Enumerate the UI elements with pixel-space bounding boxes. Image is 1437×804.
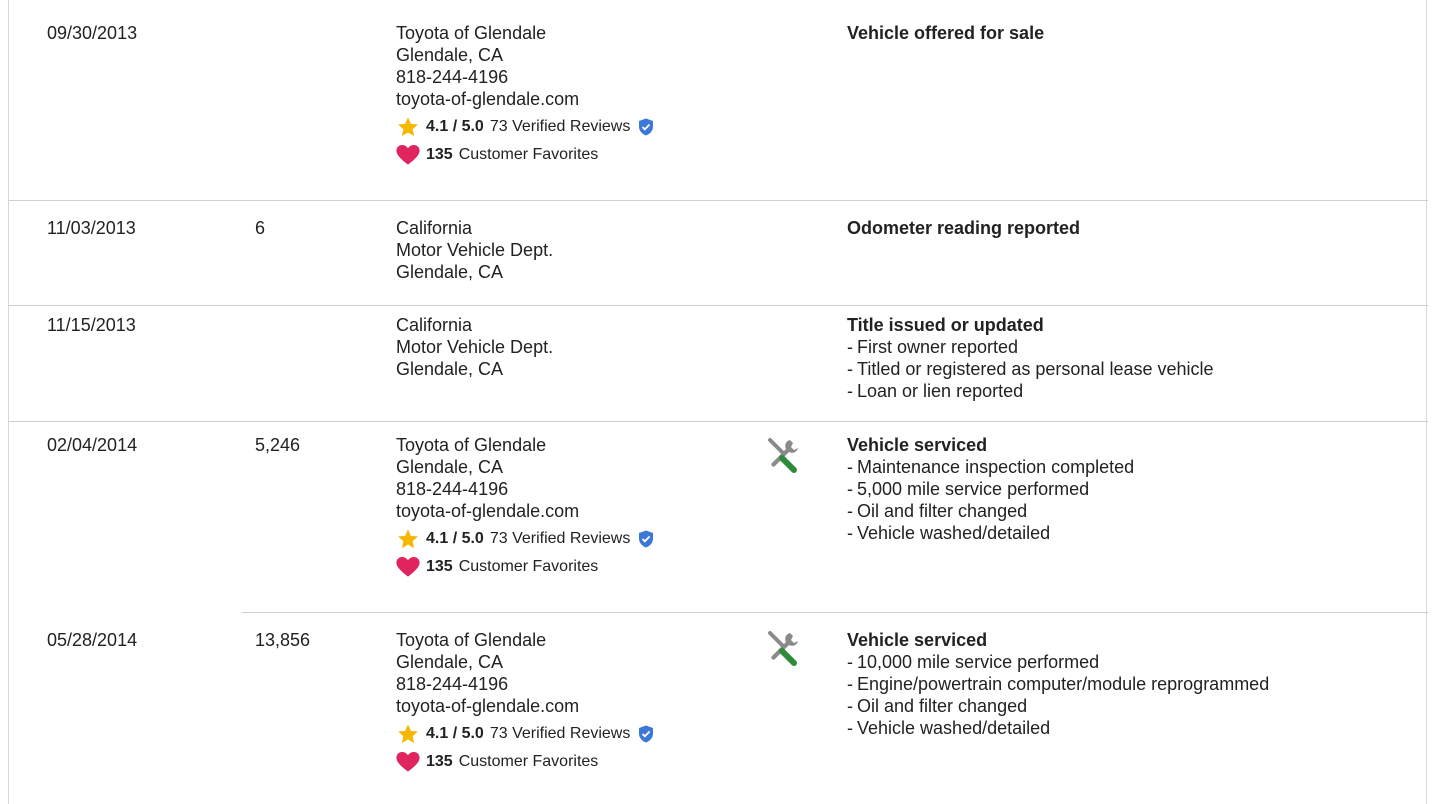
reviews-label: 73 Verified Reviews [489,725,631,742]
favorites-line[interactable]: 135 Customer Favorites [396,751,654,773]
comment-item: -10,000 mile service performed [847,652,1100,672]
source-location: Glendale, CA [396,262,504,282]
history-row: 11/15/2013 California Motor Vehicle Dept… [17,306,1436,421]
rating-line[interactable]: 4.1 / 5.0 73 Verified Reviews [396,116,654,138]
rating-value: 4.1 / 5.0 [426,118,484,135]
source-website-link[interactable]: toyota-of-glendale.com [396,695,654,717]
rating-value: 4.1 / 5.0 [426,725,484,742]
comments-cell: Vehicle serviced -10,000 mile service pe… [847,629,1269,739]
comment-item: - Titled or registered as personal lease … [847,359,1214,379]
source-cell: California Motor Vehicle Dept. Glendale,… [396,217,553,283]
favorites-count: 135 [426,146,453,163]
comment-item: - First owner reported [847,337,1019,357]
comment-title: Vehicle serviced [847,630,988,650]
heart-icon [396,752,420,772]
date-cell: 02/04/2014 [47,435,138,455]
verified-shield-icon [639,530,654,548]
source-name: California [396,315,473,335]
rating-line[interactable]: 4.1 / 5.0 73 Verified Reviews [396,723,654,745]
service-tools-icon [768,438,798,473]
favorites-line[interactable]: 135 Customer Favorites [396,144,654,166]
source-cell: California Motor Vehicle Dept. Glendale,… [396,314,553,380]
favorites-label: Customer Favorites [458,753,599,770]
source-phone[interactable]: 818-244-4196 [396,673,654,695]
comment-title: Vehicle serviced [847,435,988,455]
star-icon [398,724,418,744]
source-cell: Toyota of Glendale Glendale, CA 818-244-… [396,22,654,166]
mileage-cell: 6 [255,218,266,238]
source-dept: Motor Vehicle Dept. [396,337,554,357]
date-cell: 05/28/2014 [47,630,138,650]
history-row: 09/30/2013 Toyota of Glendale Glendale, … [17,0,1436,200]
mileage-cell: 5,246 [255,435,301,455]
history-table: 09/30/2013 Toyota of Glendale Glendale, … [8,0,1428,804]
comment-title: Odometer reading reported [847,218,1081,238]
source-name: Toyota of Glendale [396,435,547,455]
comment-item: - Vehicle washed/detailed [847,523,1051,543]
comment-item: -5,000 mile service performed [847,479,1090,499]
comment-item: - Maintenance inspection completed [847,457,1135,477]
source-name: California [396,218,473,238]
comments-cell: Title issued or updated - First owner rep… [847,314,1214,402]
history-row: 05/28/2014 13,856 Toyota of Glendale Gle… [17,613,1436,804]
source-phone[interactable]: 818-244-4196 [396,66,654,88]
comment-title: Title issued or updated [847,315,1044,335]
date-cell: 11/03/2013 [47,218,136,238]
star-icon [398,117,418,137]
source-website-link[interactable]: toyota-of-glendale.com [396,88,654,110]
reviews-label: 73 Verified Reviews [489,118,631,135]
comments-cell: Vehicle offered for sale [847,22,1044,44]
favorites-count: 135 [426,558,453,575]
comment-title: Vehicle offered for sale [847,23,1045,43]
source-location: Glendale, CA [396,652,504,672]
source-dept: Motor Vehicle Dept. [396,240,554,260]
star-icon [398,529,418,549]
history-row: 11/03/2013 6 California Motor Vehicle De… [17,201,1436,305]
heart-icon [396,557,420,577]
comment-item: - Oil and filter changed [847,696,1028,716]
comments-cell: Odometer reading reported [847,217,1080,239]
reviews-label: 73 Verified Reviews [489,530,631,547]
comment-item: - Oil and filter changed [847,501,1028,521]
comment-item: - Engine/powertrain computer/module repro… [847,674,1270,694]
source-location: Glendale, CA [396,359,504,379]
favorites-count: 135 [426,753,453,770]
source-cell: Toyota of Glendale Glendale, CA 818-244-… [396,629,654,773]
source-cell: Toyota of Glendale Glendale, CA 818-244-… [396,434,654,578]
comments-cell: Vehicle serviced - Maintenance inspection… [847,434,1134,544]
comment-item: - Loan or lien reported [847,381,1024,401]
source-phone[interactable]: 818-244-4196 [396,478,654,500]
source-location: Glendale, CA [396,457,504,477]
rating-line[interactable]: 4.1 / 5.0 73 Verified Reviews [396,528,654,550]
source-name: Toyota of Glendale [396,630,547,650]
rating-value: 4.1 / 5.0 [426,530,484,547]
history-row: 02/04/2014 5,246 Toyota of Glendale Glen… [17,422,1436,612]
source-name: Toyota of Glendale [396,23,547,43]
heart-icon [396,145,420,165]
comment-item: - Vehicle washed/detailed [847,718,1051,738]
date-cell: 09/30/2013 [47,23,138,43]
favorites-label: Customer Favorites [458,146,599,163]
verified-shield-icon [639,725,654,743]
date-cell: 11/15/2013 [47,315,136,335]
verified-shield-icon [639,118,654,136]
source-website-link[interactable]: toyota-of-glendale.com [396,500,654,522]
favorites-label: Customer Favorites [458,558,599,575]
mileage-cell: 13,856 [255,630,311,650]
favorites-line[interactable]: 135 Customer Favorites [396,556,654,578]
source-location: Glendale, CA [396,45,504,65]
service-tools-icon [768,631,798,666]
